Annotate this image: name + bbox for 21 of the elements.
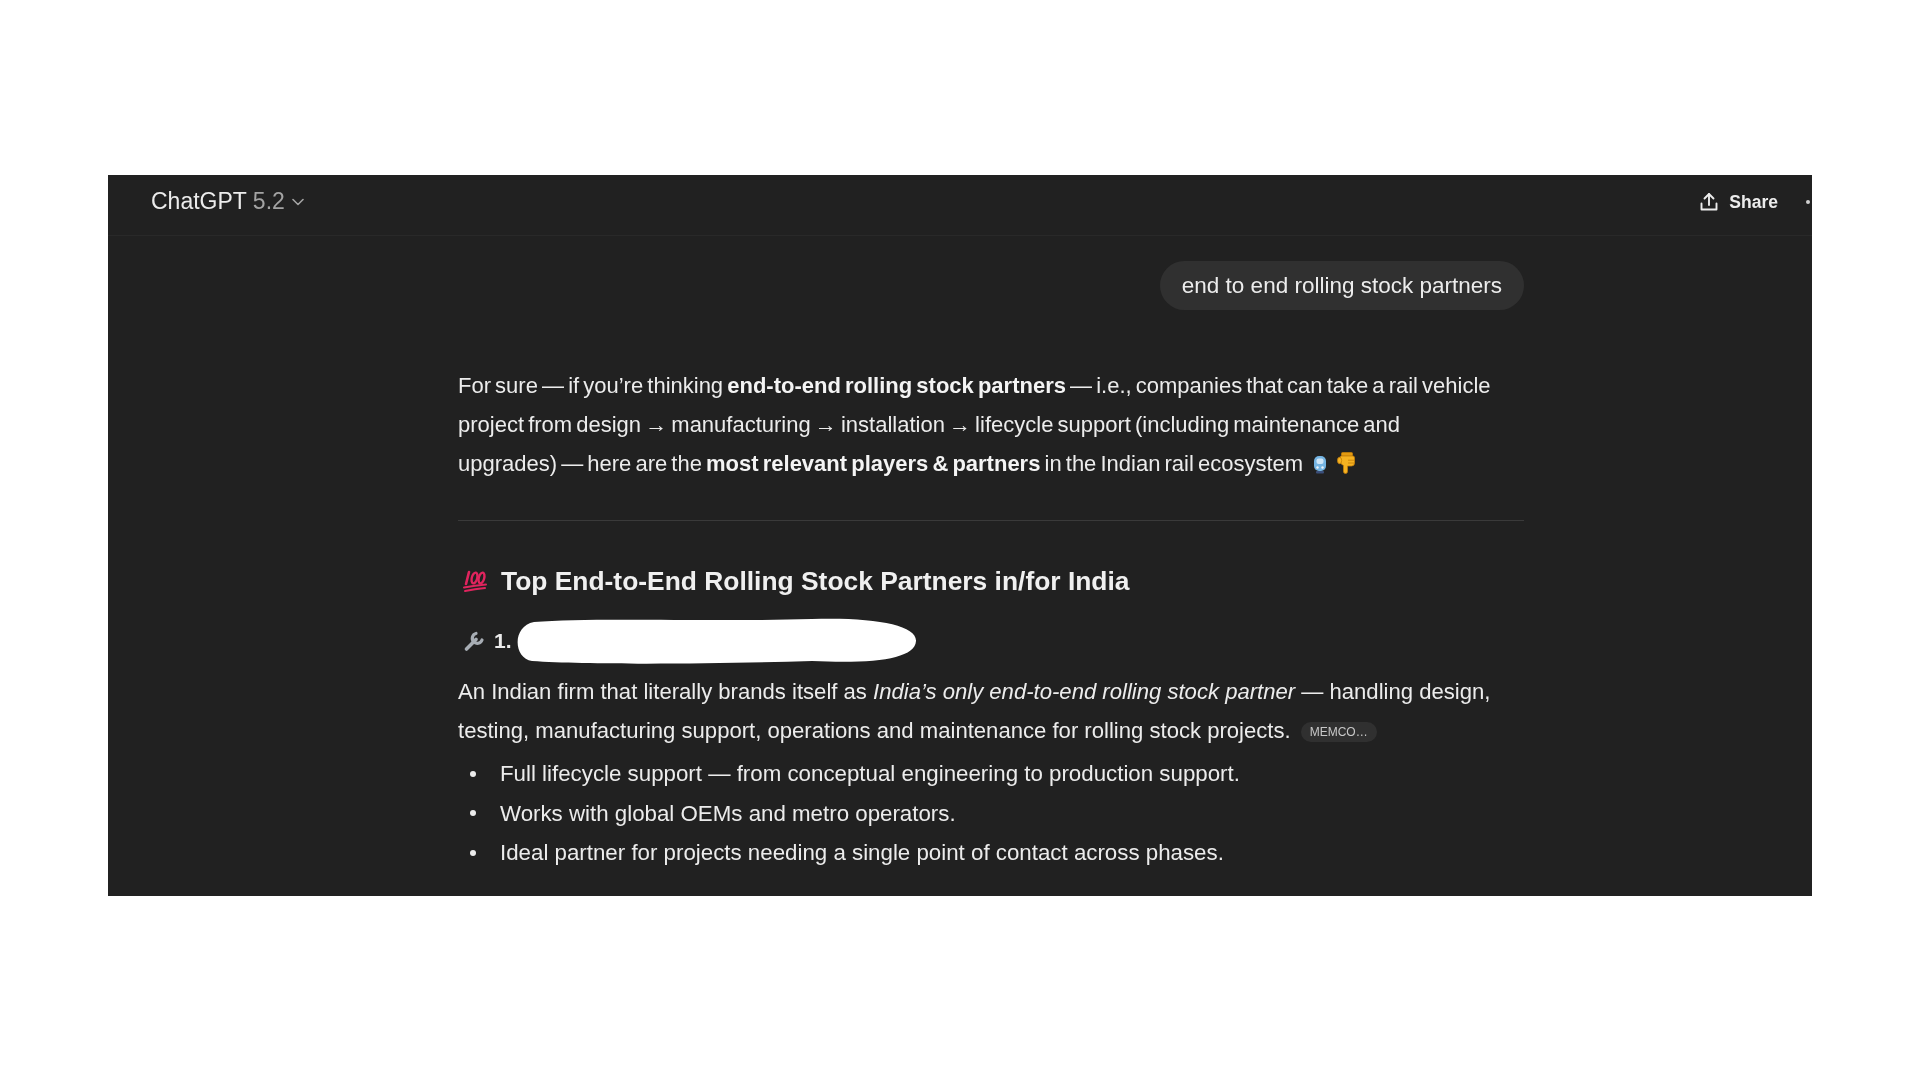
bullet-text: Works with global OEMs and metro operators. xyxy=(500,799,956,828)
upload-icon xyxy=(1699,192,1720,212)
wrench-icon xyxy=(463,629,485,652)
train-icon xyxy=(1313,455,1328,474)
chevron-down-icon xyxy=(291,198,304,206)
hundred-points-icon xyxy=(462,569,488,593)
bullet-text: Ideal partner for projects needing a single point of contact across phases. xyxy=(500,839,1224,867)
hand-pointing-down-icon xyxy=(1337,452,1356,474)
citation-chip[interactable]: MEMCO… xyxy=(1300,722,1377,742)
bullet-dot-icon xyxy=(470,770,476,777)
model-selector[interactable]: ChatGPT 5.2 xyxy=(151,188,304,216)
share-button[interactable]: Share xyxy=(1699,191,1778,213)
entry-description: An Indian firm that literally brands itself as India’s only end-to-end rolling stock partner — handling design, testing, manufacturing support, operations and maintenance for rolling stock projects. MEMCO… xyxy=(458,678,1492,745)
bullet-dot-icon xyxy=(470,849,476,856)
bullet-dot-icon xyxy=(470,810,476,817)
user-message: end to end rolling stock partners xyxy=(1159,261,1524,310)
response-text: For sure — if you’re thinking end-to-end rolling stock partners — i.e., companies that can take a rail vehicle project from design → manufacturing → installation → lifecycle support (including maintenance and upgrades) — here are the most relevant players & partners in the Indian rail ecosystem xyxy=(458,372,1492,478)
section-heading: Top End-to-End Rolling Stock Partners in/for India xyxy=(501,565,1130,598)
bullet-text: Full lifecycle support — from conceptual engineering to production support. xyxy=(500,760,1240,788)
dot-icon[interactable] xyxy=(1806,200,1810,204)
entry-number: 1. xyxy=(494,627,512,654)
